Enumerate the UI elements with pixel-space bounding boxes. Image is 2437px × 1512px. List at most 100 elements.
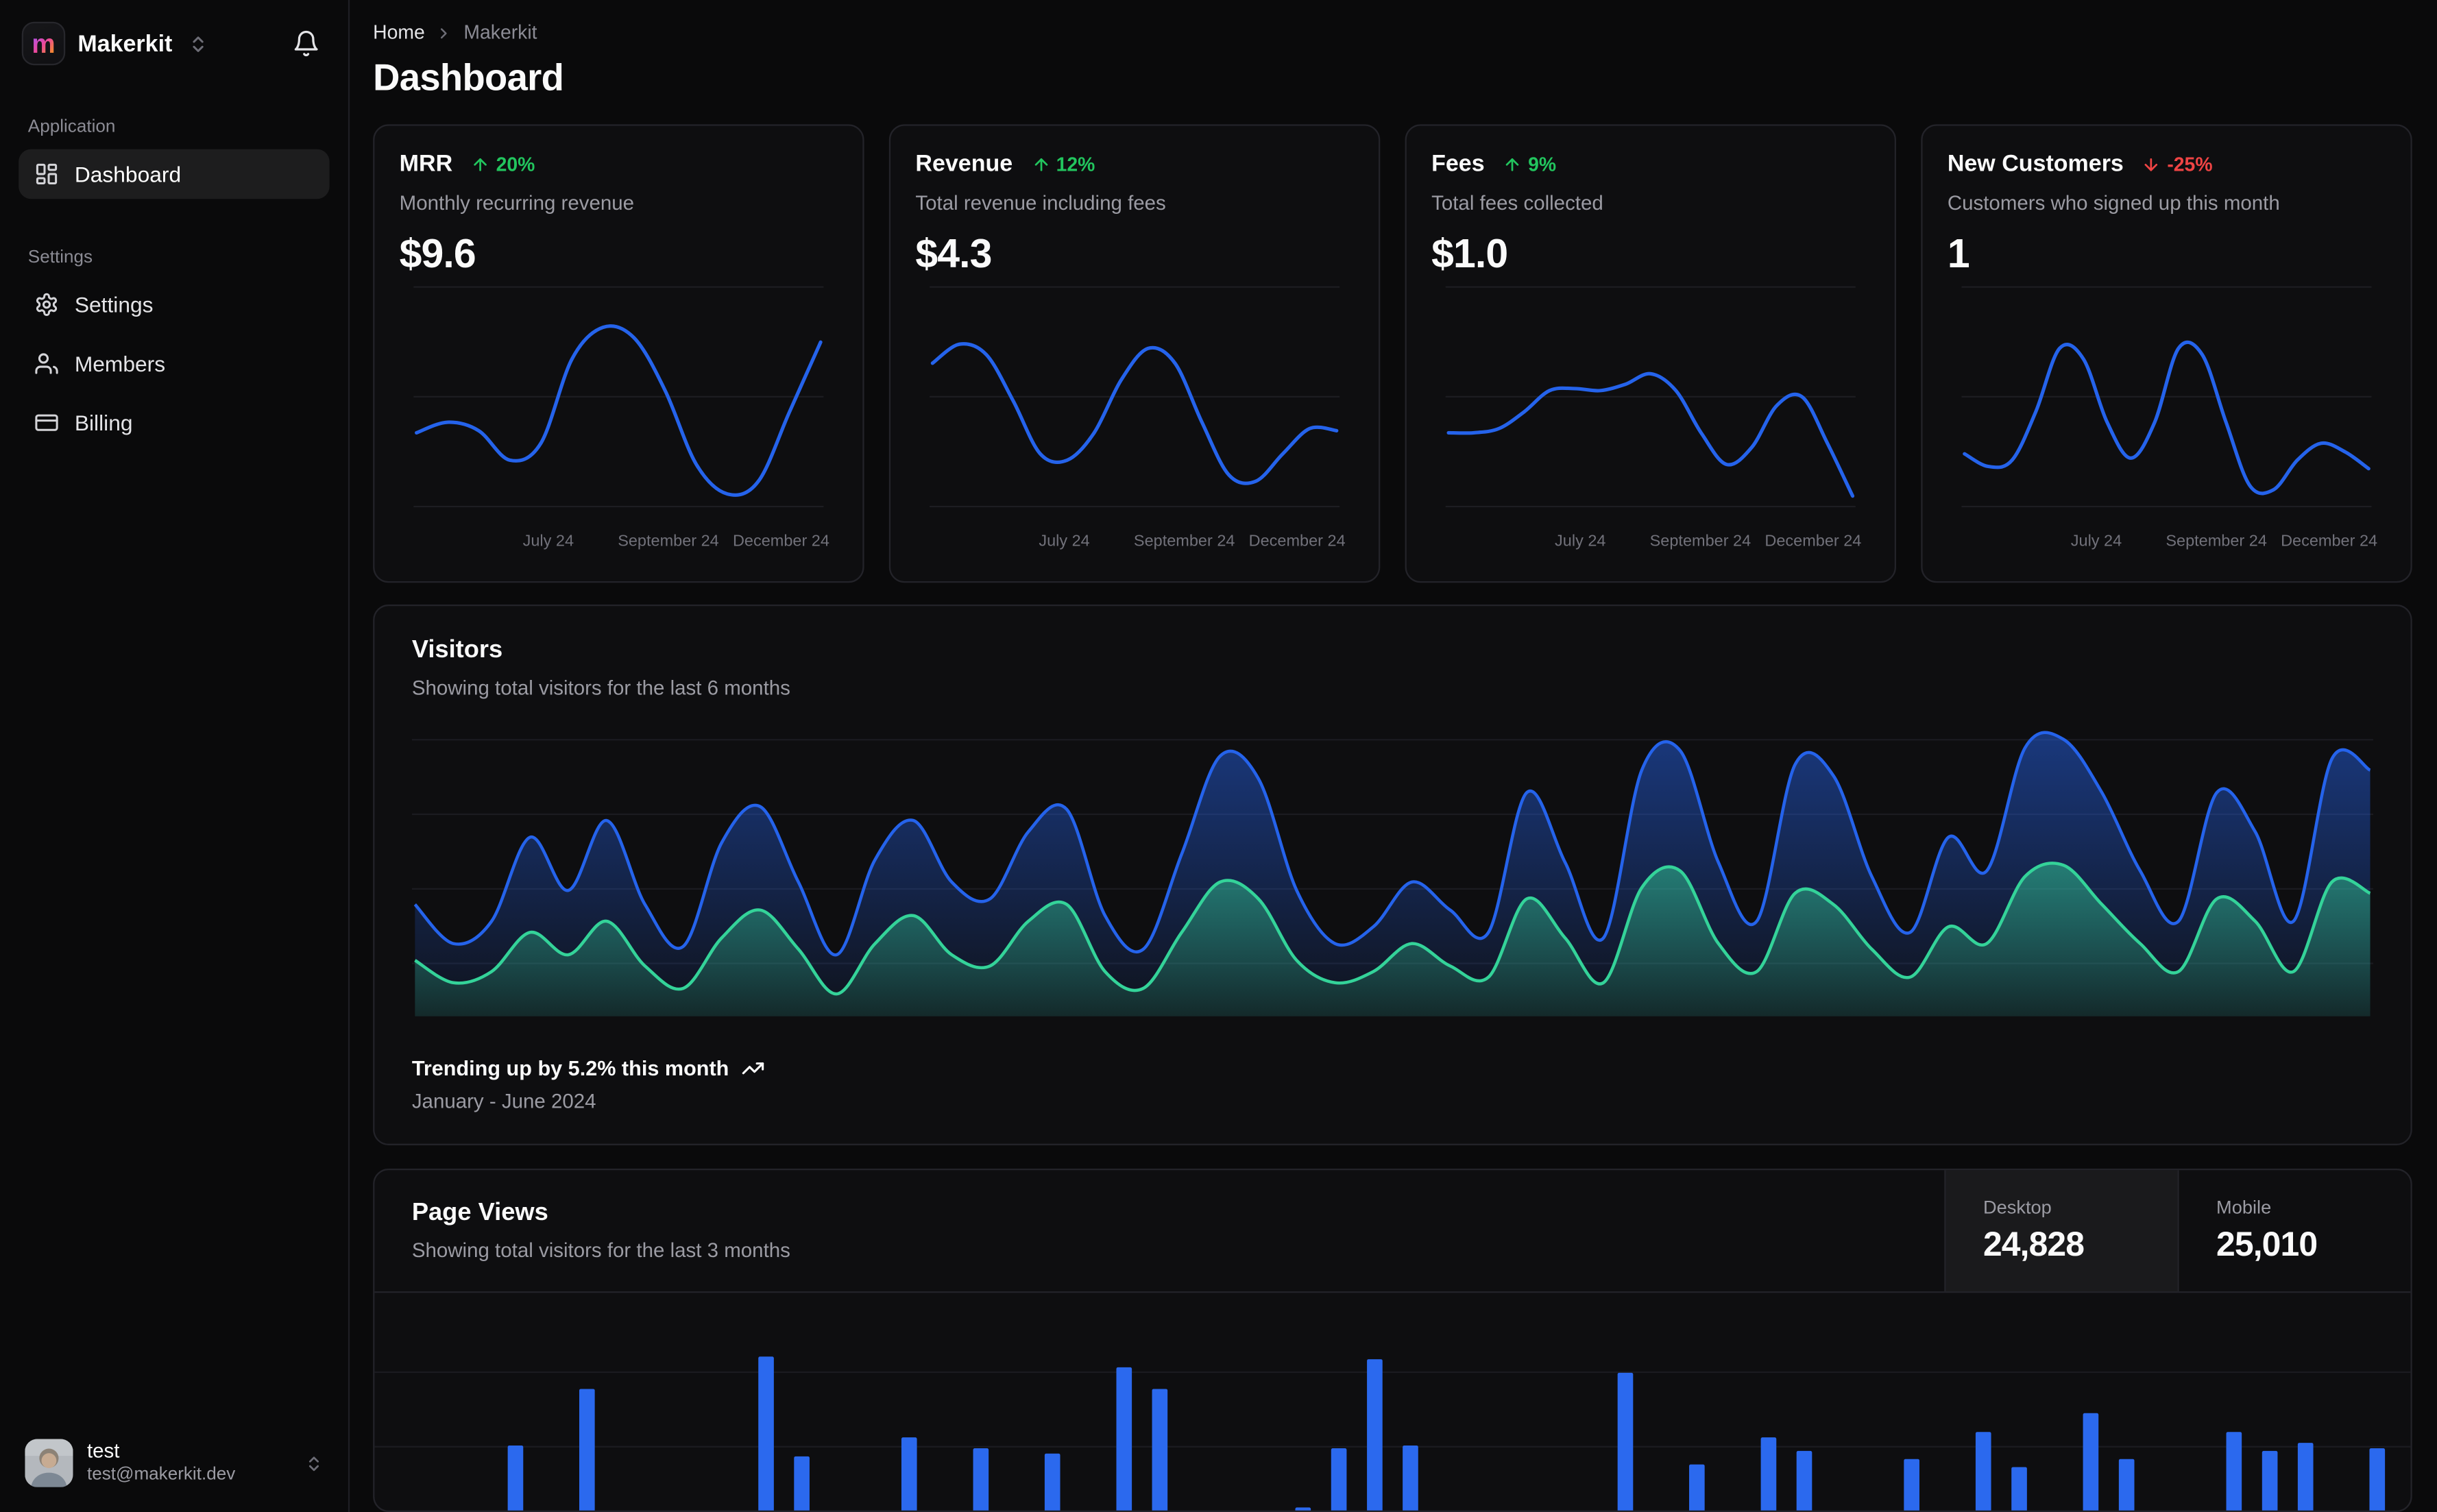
arrow-down-icon bbox=[2145, 157, 2158, 171]
sidebar-item-label: Members bbox=[74, 351, 166, 376]
svg-text:September 24: September 24 bbox=[1650, 532, 1751, 550]
user-avatar bbox=[25, 1439, 73, 1487]
bell-icon bbox=[292, 29, 320, 58]
page-views-header: Page Views Showing total visitors for th… bbox=[374, 1170, 2411, 1293]
sidebar-item-label: Settings bbox=[74, 292, 154, 317]
visitors-subtitle: Showing total visitors for the last 6 mo… bbox=[411, 676, 790, 700]
trending-up-icon bbox=[741, 1057, 764, 1080]
stat-card-fees: Fees 9% Total fees collected $1.0 July 2… bbox=[1405, 124, 1897, 583]
trend-value: 20% bbox=[496, 153, 535, 175]
stat-title: MRR bbox=[399, 150, 453, 178]
sidebar-item-billing[interactable]: Billing bbox=[19, 398, 329, 448]
layout-dashboard-icon bbox=[34, 162, 59, 186]
svg-text:December 24: December 24 bbox=[2281, 532, 2377, 550]
trend-value: 12% bbox=[1056, 153, 1095, 175]
trend-badge: 9% bbox=[1503, 153, 1556, 175]
breadcrumb-home-link[interactable]: Home bbox=[373, 22, 425, 44]
trend-text: Trending up by 5.2% this month bbox=[411, 1056, 729, 1080]
stat-title: Fees bbox=[1431, 150, 1485, 178]
page-views-title: Page Views bbox=[411, 1199, 548, 1226]
visitors-footer-trend: Trending up by 5.2% this month bbox=[412, 1057, 2373, 1080]
logo-letter: m bbox=[32, 28, 56, 59]
page-views-chart-area bbox=[374, 1293, 2411, 1511]
svg-text:September 24: September 24 bbox=[2166, 532, 2267, 550]
visitors-card: Visitors Showing total visitors for the … bbox=[373, 604, 2412, 1145]
app-root: m Makerkit Application Dashboard Setting… bbox=[0, 0, 2437, 1512]
stat-value: $9.6 bbox=[399, 230, 476, 277]
page-views-card: Page Views Showing total visitors for th… bbox=[373, 1168, 2412, 1512]
trend-value: -25% bbox=[2167, 153, 2213, 175]
svg-text:December 24: December 24 bbox=[733, 532, 829, 550]
toggle-mobile[interactable]: Mobile 25,010 bbox=[2177, 1170, 2410, 1292]
stat-title: New Customers bbox=[1947, 150, 2124, 178]
sidebar-item-dashboard[interactable]: Dashboard bbox=[19, 149, 330, 199]
stat-subtitle: Total revenue including fees bbox=[915, 191, 1166, 215]
fees-sparkline-chart: July 24 September 24 December 24 bbox=[1445, 286, 1861, 550]
chevron-right-icon bbox=[436, 24, 453, 41]
toggle-label: Mobile bbox=[2216, 1196, 2272, 1219]
stat-title: Revenue bbox=[915, 150, 1013, 178]
stat-value: $1.0 bbox=[1431, 230, 1508, 277]
new-customers-sparkline-chart: July 24 September 24 December 24 bbox=[1961, 286, 2377, 550]
page-views-bar-chart bbox=[374, 1356, 2411, 1511]
revenue-sparkline-chart: July 24 September 24 December 24 bbox=[930, 286, 1346, 550]
svg-text:December 24: December 24 bbox=[1249, 532, 1346, 550]
section-label-settings: Settings bbox=[27, 248, 93, 267]
main-content: Home Makerkit Dashboard MRR 20% Monthly … bbox=[350, 0, 2437, 1512]
breadcrumb-current: Makerkit bbox=[463, 21, 537, 44]
svg-text:July 24: July 24 bbox=[1039, 532, 1089, 550]
trend-badge: 20% bbox=[471, 153, 535, 175]
svg-text:December 24: December 24 bbox=[1765, 532, 1861, 550]
page-views-subtitle: Showing total visitors for the last 3 mo… bbox=[411, 1238, 790, 1262]
page-title: Dashboard bbox=[373, 57, 564, 100]
sidebar-item-settings[interactable]: Settings bbox=[19, 280, 329, 330]
stat-value: $4.3 bbox=[915, 230, 992, 277]
chevrons-up-down-icon bbox=[188, 34, 208, 53]
arrow-up-icon bbox=[1034, 157, 1047, 171]
breadcrumb: Home Makerkit bbox=[373, 22, 2412, 44]
stat-card-revenue: Revenue 12% Total revenue including fees… bbox=[888, 124, 1381, 583]
svg-text:July 24: July 24 bbox=[1555, 532, 1605, 550]
stat-card-mrr: MRR 20% Monthly recurring revenue $9.6 J… bbox=[373, 124, 864, 583]
arrow-up-icon bbox=[474, 157, 487, 171]
svg-text:September 24: September 24 bbox=[618, 532, 719, 550]
svg-text:July 24: July 24 bbox=[2071, 532, 2122, 550]
stats-row: MRR 20% Monthly recurring revenue $9.6 J… bbox=[373, 124, 2412, 583]
sidebar-item-label: Dashboard bbox=[74, 161, 182, 187]
trend-value: 9% bbox=[1528, 153, 1557, 175]
trend-badge: 12% bbox=[1031, 153, 1095, 175]
user-name: test bbox=[86, 1439, 120, 1463]
sidebar-header: m Makerkit bbox=[19, 16, 329, 72]
workspace-selector[interactable]: m Makerkit bbox=[21, 21, 208, 66]
sidebar-item-members[interactable]: Members bbox=[19, 339, 329, 389]
workspace-name: Makerkit bbox=[77, 30, 173, 57]
toggle-label: Desktop bbox=[1983, 1196, 2052, 1219]
sidebar-item-label: Billing bbox=[74, 410, 133, 435]
stat-card-new-customers: New Customers -25% Customers who signed … bbox=[1921, 124, 2412, 583]
arrow-up-icon bbox=[1506, 157, 1519, 171]
user-menu[interactable]: test test@makerkit.dev bbox=[19, 1430, 329, 1496]
mrr-sparkline-chart: July 24 September 24 December 24 bbox=[413, 286, 829, 550]
stat-value: 1 bbox=[1947, 230, 1970, 277]
visitors-footer-period: January - June 2024 bbox=[411, 1089, 596, 1113]
stat-subtitle: Total fees collected bbox=[1431, 191, 1603, 215]
sidebar: m Makerkit Application Dashboard Setting… bbox=[0, 0, 350, 1512]
chevrons-up-down-icon bbox=[304, 1454, 323, 1472]
gear-icon bbox=[34, 292, 59, 317]
makerkit-logo: m bbox=[21, 21, 66, 66]
section-label-application: Application bbox=[27, 118, 116, 137]
credit-card-icon bbox=[34, 411, 59, 435]
svg-text:September 24: September 24 bbox=[1134, 532, 1235, 550]
user-email: test@makerkit.dev bbox=[86, 1465, 236, 1485]
toggle-desktop[interactable]: Desktop 24,828 bbox=[1944, 1170, 2178, 1292]
toggle-value: 24,828 bbox=[1983, 1224, 2085, 1264]
stat-subtitle: Customers who signed up this month bbox=[1947, 191, 2280, 215]
visitors-area-chart bbox=[411, 731, 2374, 1016]
stat-subtitle: Monthly recurring revenue bbox=[399, 191, 635, 215]
users-icon bbox=[34, 351, 59, 376]
visitors-title: Visitors bbox=[411, 637, 503, 664]
svg-text:July 24: July 24 bbox=[523, 532, 574, 550]
notifications-button[interactable] bbox=[286, 23, 326, 64]
trend-badge: -25% bbox=[2142, 153, 2213, 175]
